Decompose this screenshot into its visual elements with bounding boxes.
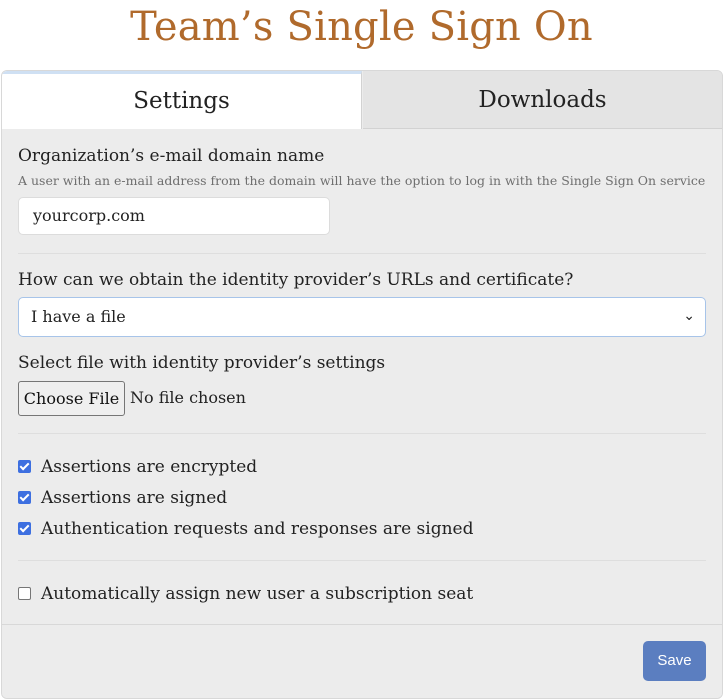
checkbox-unchecked[interactable]	[18, 587, 31, 600]
checkbox-label: Assertions are encrypted	[41, 457, 258, 477]
tab-settings[interactable]: Settings	[2, 71, 362, 129]
checkbox-checked[interactable]	[18, 491, 31, 504]
choose-file-button[interactable]: Choose File	[18, 381, 125, 416]
checkbox-label: Automatically assign new user a subscrip…	[41, 584, 474, 604]
file-label: Select file with identity provider’s set…	[18, 353, 386, 373]
divider	[18, 433, 706, 434]
chevron-down-icon: ⌄	[683, 308, 695, 324]
domain-label: Organization’s e-mail domain name	[18, 146, 325, 166]
divider	[18, 253, 706, 254]
checkbox-checked[interactable]	[18, 460, 31, 473]
page-title: Team’s Single Sign On	[130, 4, 593, 50]
divider	[18, 560, 706, 561]
file-status: No file chosen	[130, 388, 246, 407]
card-footer: Save	[2, 624, 722, 698]
checkbox-label: Assertions are signed	[41, 488, 228, 508]
provider-select[interactable]: I have a file ⌄	[18, 297, 706, 337]
domain-input[interactable]: yourcorp.com	[18, 197, 330, 235]
tab-downloads[interactable]: Downloads	[363, 71, 722, 129]
domain-help-text: A user with an e-mail address from the d…	[18, 173, 706, 188]
provider-label: How can we obtain the identity provider’…	[18, 270, 574, 290]
save-button[interactable]: Save	[643, 641, 706, 681]
tab-bar: Settings Downloads	[2, 71, 722, 129]
sso-settings-card: Settings Downloads Organization’s e-mail…	[1, 70, 723, 699]
checkbox-label: Authentication requests and responses ar…	[41, 519, 474, 539]
provider-select-value: I have a file	[31, 307, 126, 326]
checkbox-checked[interactable]	[18, 522, 31, 535]
